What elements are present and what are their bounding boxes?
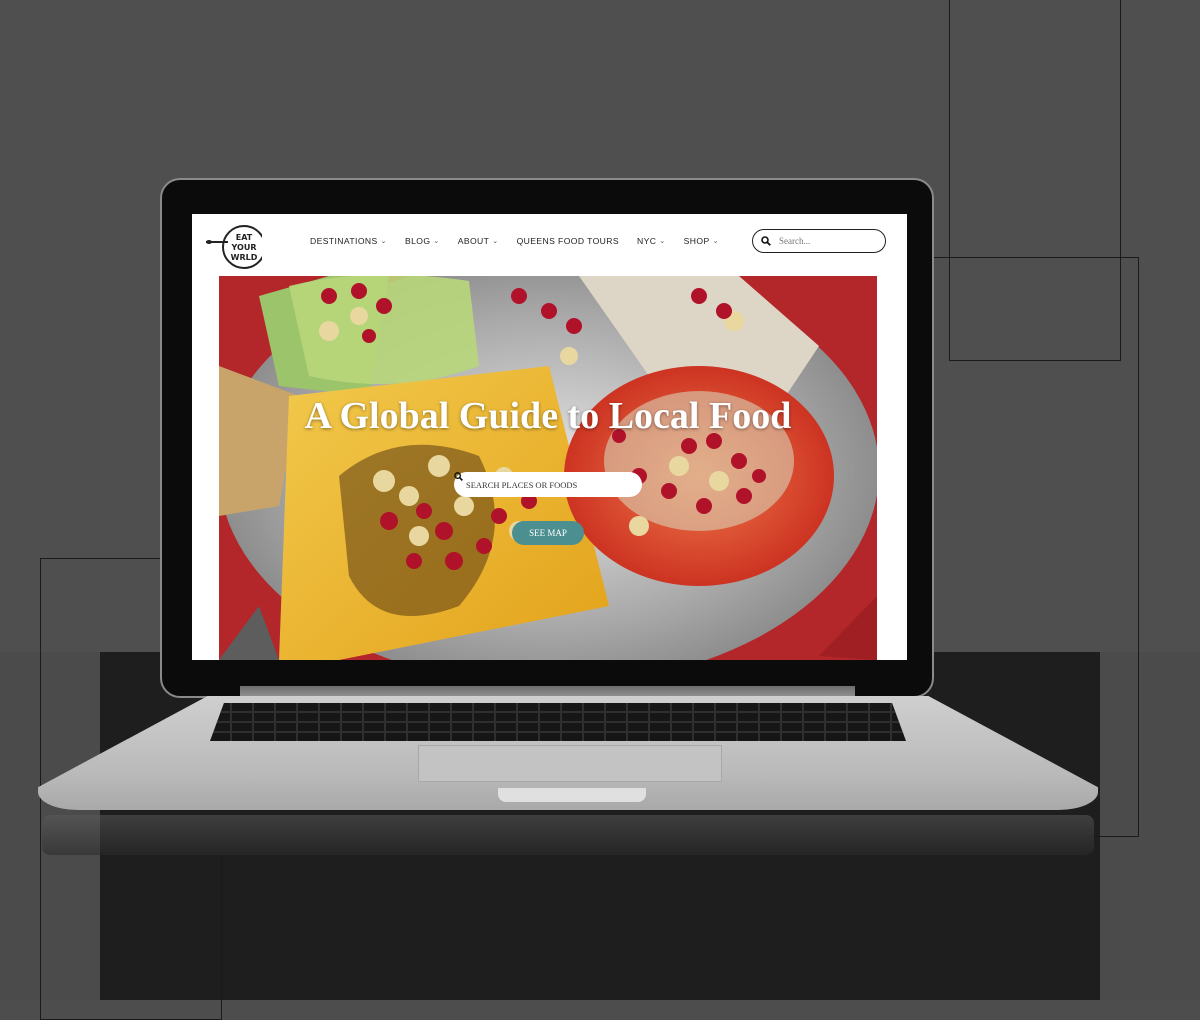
chevron-down-icon: ⌄	[380, 238, 387, 245]
laptop-reflection	[42, 815, 1094, 855]
nav-queens-food-tours[interactable]: QUEENS FOOD TOURS	[517, 236, 619, 246]
site-header: EAT YOUR WRLD DESTINATIONS ⌄ BLOG ⌄ ABOUT ⌄…	[192, 214, 907, 276]
main-nav: DESTINATIONS ⌄ BLOG ⌄ ABOUT ⌄ QUEENS FOOD T…	[310, 236, 719, 246]
nav-shop[interactable]: SHOP ⌄	[684, 236, 719, 246]
svg-text:YOUR: YOUR	[231, 243, 257, 252]
nav-label: DESTINATIONS	[310, 236, 378, 246]
laptop-keyboard	[210, 703, 906, 741]
nav-destinations[interactable]: DESTINATIONS ⌄	[310, 236, 387, 246]
hero-title: A Global Guide to Local Food	[304, 395, 792, 437]
chevron-down-icon: ⌄	[492, 238, 499, 245]
nav-label: NYC	[637, 236, 657, 246]
svg-text:WRLD: WRLD	[231, 253, 258, 262]
nav-label: SHOP	[683, 236, 710, 246]
nav-about[interactable]: ABOUT ⌄	[458, 236, 499, 246]
laptop-notch	[498, 788, 646, 802]
see-map-button[interactable]: SEE MAP	[512, 521, 584, 545]
nav-blog[interactable]: BLOG ⌄	[405, 236, 440, 246]
search-icon	[761, 236, 771, 246]
laptop-trackpad	[418, 745, 722, 782]
nav-label: BLOG	[404, 236, 431, 246]
chevron-down-icon: ⌄	[712, 238, 719, 245]
header-search-input[interactable]	[777, 235, 871, 247]
nav-nyc[interactable]: NYC ⌄	[637, 236, 666, 246]
search-icon	[454, 472, 463, 481]
eat-your-world-logo[interactable]: EAT YOUR WRLD	[206, 224, 262, 270]
chevron-down-icon: ⌄	[433, 238, 440, 245]
laptop-screen: EAT YOUR WRLD DESTINATIONS ⌄ BLOG ⌄ ABOUT ⌄…	[192, 214, 907, 660]
keyboard-keys	[210, 703, 906, 741]
nav-label: ABOUT	[457, 236, 490, 246]
header-search[interactable]	[752, 229, 886, 253]
hero-food-image	[219, 276, 877, 660]
svg-text:EAT: EAT	[236, 233, 253, 242]
hero-search-input[interactable]	[464, 478, 618, 491]
hero-search[interactable]	[454, 472, 642, 497]
nav-label: QUEENS FOOD TOURS	[516, 236, 620, 246]
chevron-down-icon: ⌄	[659, 238, 666, 245]
hero-section: A Global Guide to Local Food SEE MAP	[219, 276, 877, 660]
